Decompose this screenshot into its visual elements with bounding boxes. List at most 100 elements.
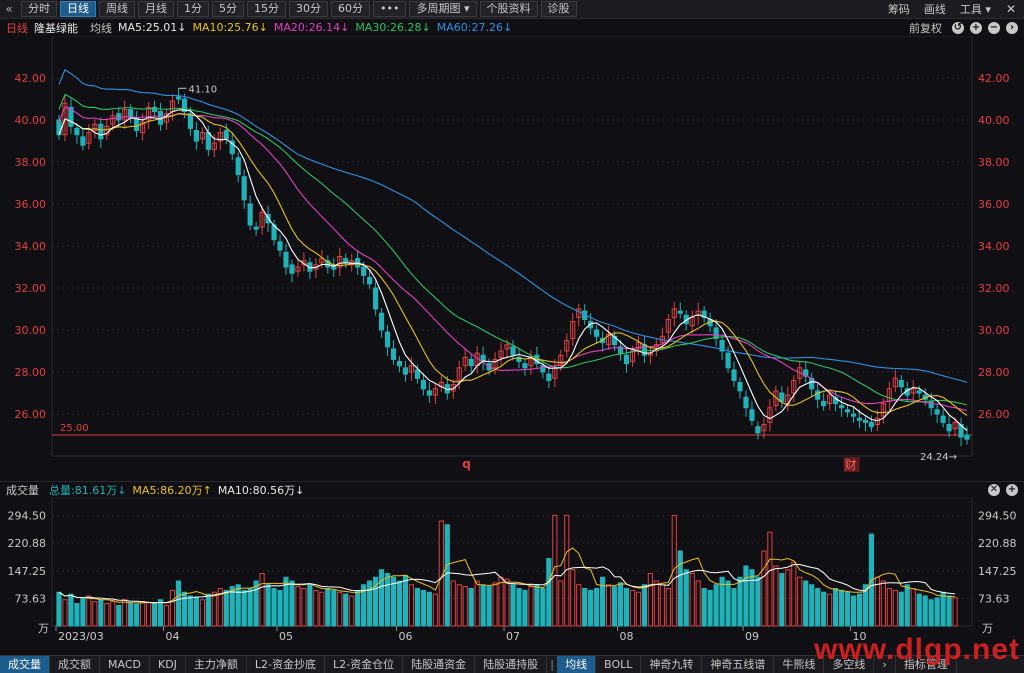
candle-body [940,415,946,423]
candle-body [856,417,863,421]
volume-bar [486,586,492,627]
volume-ma10: MA10:80.56万↓ [217,484,305,497]
adjust-dropdown[interactable]: 前复权 [909,20,942,36]
volume-ma5-line [58,547,956,604]
candle-body [343,258,349,264]
price-tick-right: 26.00 [978,408,1010,421]
volume-bar [635,591,642,627]
indicator-tab-7[interactable]: 陆股通资金 [403,655,476,673]
volume-bar [62,599,68,627]
volume-bar [605,584,612,627]
volume-bar [570,569,576,627]
volume-total: 总量:81.61万↓ [49,484,127,497]
volume-bar [797,576,803,627]
candle-body [205,132,211,150]
price-tick-right: 30.00 [978,324,1010,337]
next-icon[interactable]: › [1006,21,1018,34]
volume-bar [187,595,194,627]
volume-add-icon[interactable]: + [1006,484,1018,496]
overlay-tab-3[interactable]: 神奇五线谱 [702,655,775,673]
indicator-tab-2[interactable]: MACD [100,655,150,673]
candle-body [116,113,122,121]
volume-ma10-line [58,564,956,604]
candle-body [361,266,367,276]
volume-chart[interactable]: 294.50 294.50 220.88 220.88 147.25 147.25 73.6… [0,498,1024,655]
overlay-tab-2[interactable]: 神奇九转 [641,655,703,673]
period-button-11[interactable]: 个股资料 [479,1,538,17]
volume-bar [349,595,355,627]
ma-label[interactable]: 均线 [90,20,112,36]
period-button-6[interactable]: 15分 [247,1,286,17]
volume-bar [695,580,701,627]
overlay-tab-0[interactable]: 均线 [557,655,597,673]
volume-bar [80,597,86,627]
volume-bar [343,593,349,627]
volume-close-icon[interactable]: ✕ [988,484,1000,496]
event-marker-cai[interactable]: 财 [845,458,857,472]
indicator-tab-5[interactable]: L2-资金抄底 [247,655,326,673]
ma60-value: MA60:27.26↓ [436,21,513,34]
main-chart-header: 日线 隆基绿能 均线 MA5:25.01↓ MA10:25.76↓ MA20:2… [0,19,1024,36]
period-button-10[interactable]: 多周期图 ▾ [409,1,477,17]
price-chart[interactable]: 42.00 42.00 40.00 40.00 38.00 38.00 36.00 36.00… [0,36,1024,481]
high-label: 41.10 [188,84,217,95]
volume-bar [247,588,253,627]
indicator-tab-0[interactable]: 成交量 [0,655,50,673]
volume-bar [199,599,205,627]
candle-body [134,117,140,132]
candle-body [677,310,683,314]
volume-bar [134,603,140,627]
volume-bar [175,580,182,627]
reset-icon[interactable]: ↺ [952,21,964,34]
volume-bar [205,593,211,627]
tool-link-0[interactable]: 筹码 [881,1,917,17]
volume-bar [773,565,779,627]
indicator-tab-1[interactable]: 成交额 [50,655,100,673]
x-axis-label: 07 [506,630,520,643]
volume-tick-left: 294.50 [8,510,47,523]
period-button-2[interactable]: 周线 [99,1,135,17]
price-tick-right: 28.00 [978,366,1010,379]
volume-bar [110,601,116,627]
candle-body [510,346,516,356]
volume-bar [623,588,630,627]
period-button-4[interactable]: 1分 [177,1,209,17]
volume-bar [683,569,689,627]
period-button-1[interactable]: 日线 [60,1,96,17]
candle-body [283,251,289,268]
volume-bar [241,589,247,627]
candle-body [187,113,194,129]
candle-body [396,361,403,367]
indicator-tab-8[interactable]: 陆股通持股 [475,655,548,673]
indicator-tab-4[interactable]: 主力净额 [186,655,247,673]
overlay-tab-1[interactable]: BOLL [596,655,642,673]
period-button-0[interactable]: 分时 [21,1,57,17]
tool-link-2[interactable]: 工具 ▾ [953,1,998,17]
zoom-in-icon[interactable]: + [970,21,982,34]
x-axis-label: 09 [745,630,759,643]
period-button-5[interactable]: 5分 [212,1,244,17]
close-icon[interactable]: ✕ [998,2,1024,16]
period-button-9[interactable]: ••• [373,1,407,17]
period-button-3[interactable]: 月线 [138,1,174,17]
period-button-12[interactable]: 诊股 [540,1,577,17]
indicator-tab-3[interactable]: KDJ [150,655,186,673]
volume-bar [169,589,176,627]
volume-bar [588,589,594,627]
tool-link-1[interactable]: 画线 [917,1,953,17]
volume-bar [151,603,158,627]
indicator-tab-6[interactable]: L2-资金仓位 [325,655,404,673]
period-button-7[interactable]: 30分 [289,1,328,17]
volume-bar [313,589,319,627]
volume-bar [92,601,98,627]
period-button-8[interactable]: 60分 [331,1,370,17]
back-icon[interactable]: « [0,2,18,16]
volume-bar [922,595,928,627]
volume-bar [743,565,749,627]
event-marker-q[interactable]: q [462,457,471,471]
zoom-out-icon[interactable]: − [988,21,1000,34]
candle-body [934,409,940,415]
volume-bar [163,604,170,627]
candle-body [193,130,199,142]
volume-bar [498,576,504,627]
